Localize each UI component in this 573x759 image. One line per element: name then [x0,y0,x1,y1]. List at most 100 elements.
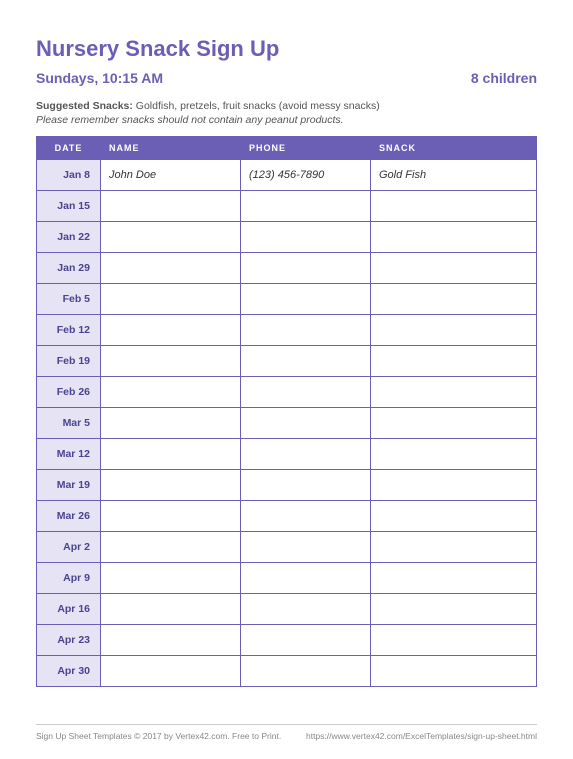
schedule-text: Sundays, 10:15 AM [36,70,163,86]
date-cell: Feb 12 [37,315,101,346]
name-cell[interactable] [101,346,241,377]
date-cell: Feb 5 [37,284,101,315]
name-cell[interactable] [101,253,241,284]
date-cell: Mar 5 [37,408,101,439]
col-name: NAME [101,137,241,160]
table-row: Mar 19 [37,470,537,501]
phone-cell[interactable] [241,563,371,594]
date-cell: Apr 30 [37,656,101,687]
footer: Sign Up Sheet Templates © 2017 by Vertex… [36,724,537,741]
date-cell: Jan 29 [37,253,101,284]
date-cell: Mar 19 [37,470,101,501]
snack-cell[interactable] [371,315,537,346]
table-row: Jan 29 [37,253,537,284]
table-row: Jan 15 [37,191,537,222]
date-cell: Feb 26 [37,377,101,408]
name-cell[interactable] [101,563,241,594]
phone-cell[interactable] [241,346,371,377]
table-row: Apr 30 [37,656,537,687]
snack-cell[interactable] [371,439,537,470]
snack-cell[interactable] [371,656,537,687]
snack-cell[interactable] [371,284,537,315]
table-row: Feb 5 [37,284,537,315]
snack-cell[interactable] [371,594,537,625]
signup-table: DATE NAME PHONE SNACK Jan 8John Doe(123)… [36,136,537,687]
phone-cell[interactable] [241,656,371,687]
phone-cell[interactable]: (123) 456-7890 [241,160,371,191]
table-row: Apr 16 [37,594,537,625]
phone-cell[interactable] [241,594,371,625]
date-cell: Apr 2 [37,532,101,563]
page-title: Nursery Snack Sign Up [36,36,537,62]
snack-cell[interactable] [371,377,537,408]
date-cell: Apr 9 [37,563,101,594]
table-row: Jan 8John Doe(123) 456-7890Gold Fish [37,160,537,191]
snack-cell[interactable] [371,501,537,532]
snack-cell[interactable] [371,253,537,284]
phone-cell[interactable] [241,222,371,253]
footer-copyright: Sign Up Sheet Templates © 2017 by Vertex… [36,731,281,741]
date-cell: Apr 16 [37,594,101,625]
date-cell: Feb 19 [37,346,101,377]
table-row: Feb 12 [37,315,537,346]
phone-cell[interactable] [241,191,371,222]
name-cell[interactable] [101,191,241,222]
date-cell: Mar 26 [37,501,101,532]
snack-cell[interactable] [371,532,537,563]
footer-url: https://www.vertex42.com/ExcelTemplates/… [306,731,537,741]
name-cell[interactable] [101,377,241,408]
table-row: Jan 22 [37,222,537,253]
phone-cell[interactable] [241,315,371,346]
name-cell[interactable] [101,656,241,687]
phone-cell[interactable] [241,408,371,439]
snack-cell[interactable] [371,191,537,222]
phone-cell[interactable] [241,284,371,315]
table-row: Mar 26 [37,501,537,532]
table-row: Mar 5 [37,408,537,439]
date-cell: Jan 15 [37,191,101,222]
col-date: DATE [37,137,101,160]
name-cell[interactable]: John Doe [101,160,241,191]
phone-cell[interactable] [241,377,371,408]
col-snack: SNACK [371,137,537,160]
phone-cell[interactable] [241,625,371,656]
phone-cell[interactable] [241,253,371,284]
phone-cell[interactable] [241,470,371,501]
name-cell[interactable] [101,315,241,346]
col-phone: PHONE [241,137,371,160]
table-row: Feb 26 [37,377,537,408]
name-cell[interactable] [101,594,241,625]
suggested-snacks: Suggested Snacks: Goldfish, pretzels, fr… [36,100,537,112]
name-cell[interactable] [101,501,241,532]
table-row: Apr 23 [37,625,537,656]
name-cell[interactable] [101,284,241,315]
table-row: Mar 12 [37,439,537,470]
name-cell[interactable] [101,222,241,253]
phone-cell[interactable] [241,501,371,532]
table-header-row: DATE NAME PHONE SNACK [37,137,537,160]
name-cell[interactable] [101,470,241,501]
snack-cell[interactable] [371,408,537,439]
snack-cell[interactable] [371,346,537,377]
date-cell: Mar 12 [37,439,101,470]
phone-cell[interactable] [241,439,371,470]
name-cell[interactable] [101,439,241,470]
peanut-note: Please remember snacks should not contai… [36,114,537,126]
children-count: 8 children [471,70,537,86]
date-cell: Jan 22 [37,222,101,253]
snack-cell[interactable] [371,563,537,594]
phone-cell[interactable] [241,532,371,563]
snack-cell[interactable] [371,470,537,501]
snack-cell[interactable] [371,625,537,656]
suggested-label: Suggested Snacks: [36,100,133,112]
name-cell[interactable] [101,408,241,439]
snack-cell[interactable] [371,222,537,253]
table-row: Feb 19 [37,346,537,377]
subheader-row: Sundays, 10:15 AM 8 children [36,70,537,86]
table-row: Apr 9 [37,563,537,594]
name-cell[interactable] [101,532,241,563]
suggested-text: Goldfish, pretzels, fruit snacks (avoid … [133,100,380,112]
name-cell[interactable] [101,625,241,656]
snack-cell[interactable]: Gold Fish [371,160,537,191]
table-row: Apr 2 [37,532,537,563]
